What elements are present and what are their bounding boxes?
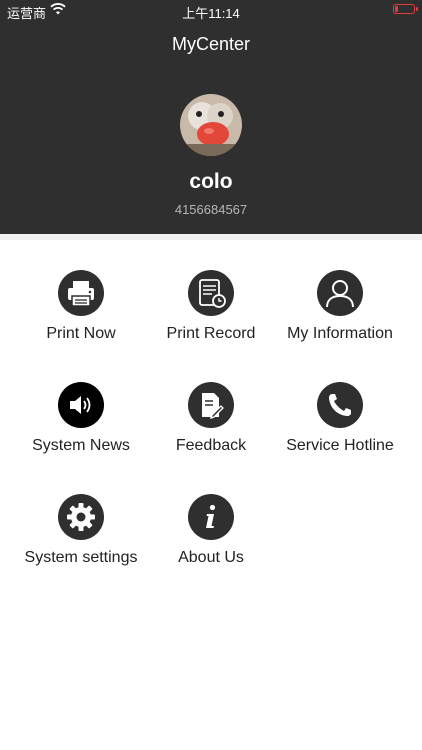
menu-item-label: Service Hotline [286,437,394,454]
person-icon [317,270,363,316]
menu-item-label: Feedback [175,437,247,454]
feedback-button[interactable]: Feedback [141,382,281,482]
phone-number: 4156684567 [174,202,248,217]
service-hotline-button[interactable]: Service Hotline [270,382,410,482]
print-now-button[interactable]: Print Now [11,270,151,370]
menu-item-label: Print Record [166,325,256,342]
menu-item-label: System News [32,437,130,454]
system-settings-button[interactable]: System settings [11,494,151,594]
status-time: 上午11:14 [182,6,240,21]
status-bar: 运营商 上午11:14 [0,0,422,22]
printer-icon [58,270,104,316]
info-icon [188,494,234,540]
speaker-icon [58,382,104,428]
about-us-button[interactable]: About Us [141,494,281,594]
phone-icon [317,382,363,428]
document-clock-icon [188,270,234,316]
page-title: MyCenter [171,34,251,54]
system-news-button[interactable]: System News [11,382,151,482]
menu-item-label: System settings [24,549,138,566]
edit-document-icon [188,382,234,428]
avatar[interactable] [180,94,242,156]
gear-icon [58,494,104,540]
username: colo [189,170,233,193]
my-information-button[interactable]: My Information [270,270,410,370]
print-record-button[interactable]: Print Record [141,270,281,370]
menu-item-label: Print Now [46,325,116,342]
menu-item-label: My Information [287,325,393,342]
battery-icon [393,4,418,14]
section-divider [0,234,422,240]
profile-header: 运营商 上午11:14 MyCenter colo 4156684567 [0,0,422,234]
menu-item-label: About Us [178,549,244,566]
